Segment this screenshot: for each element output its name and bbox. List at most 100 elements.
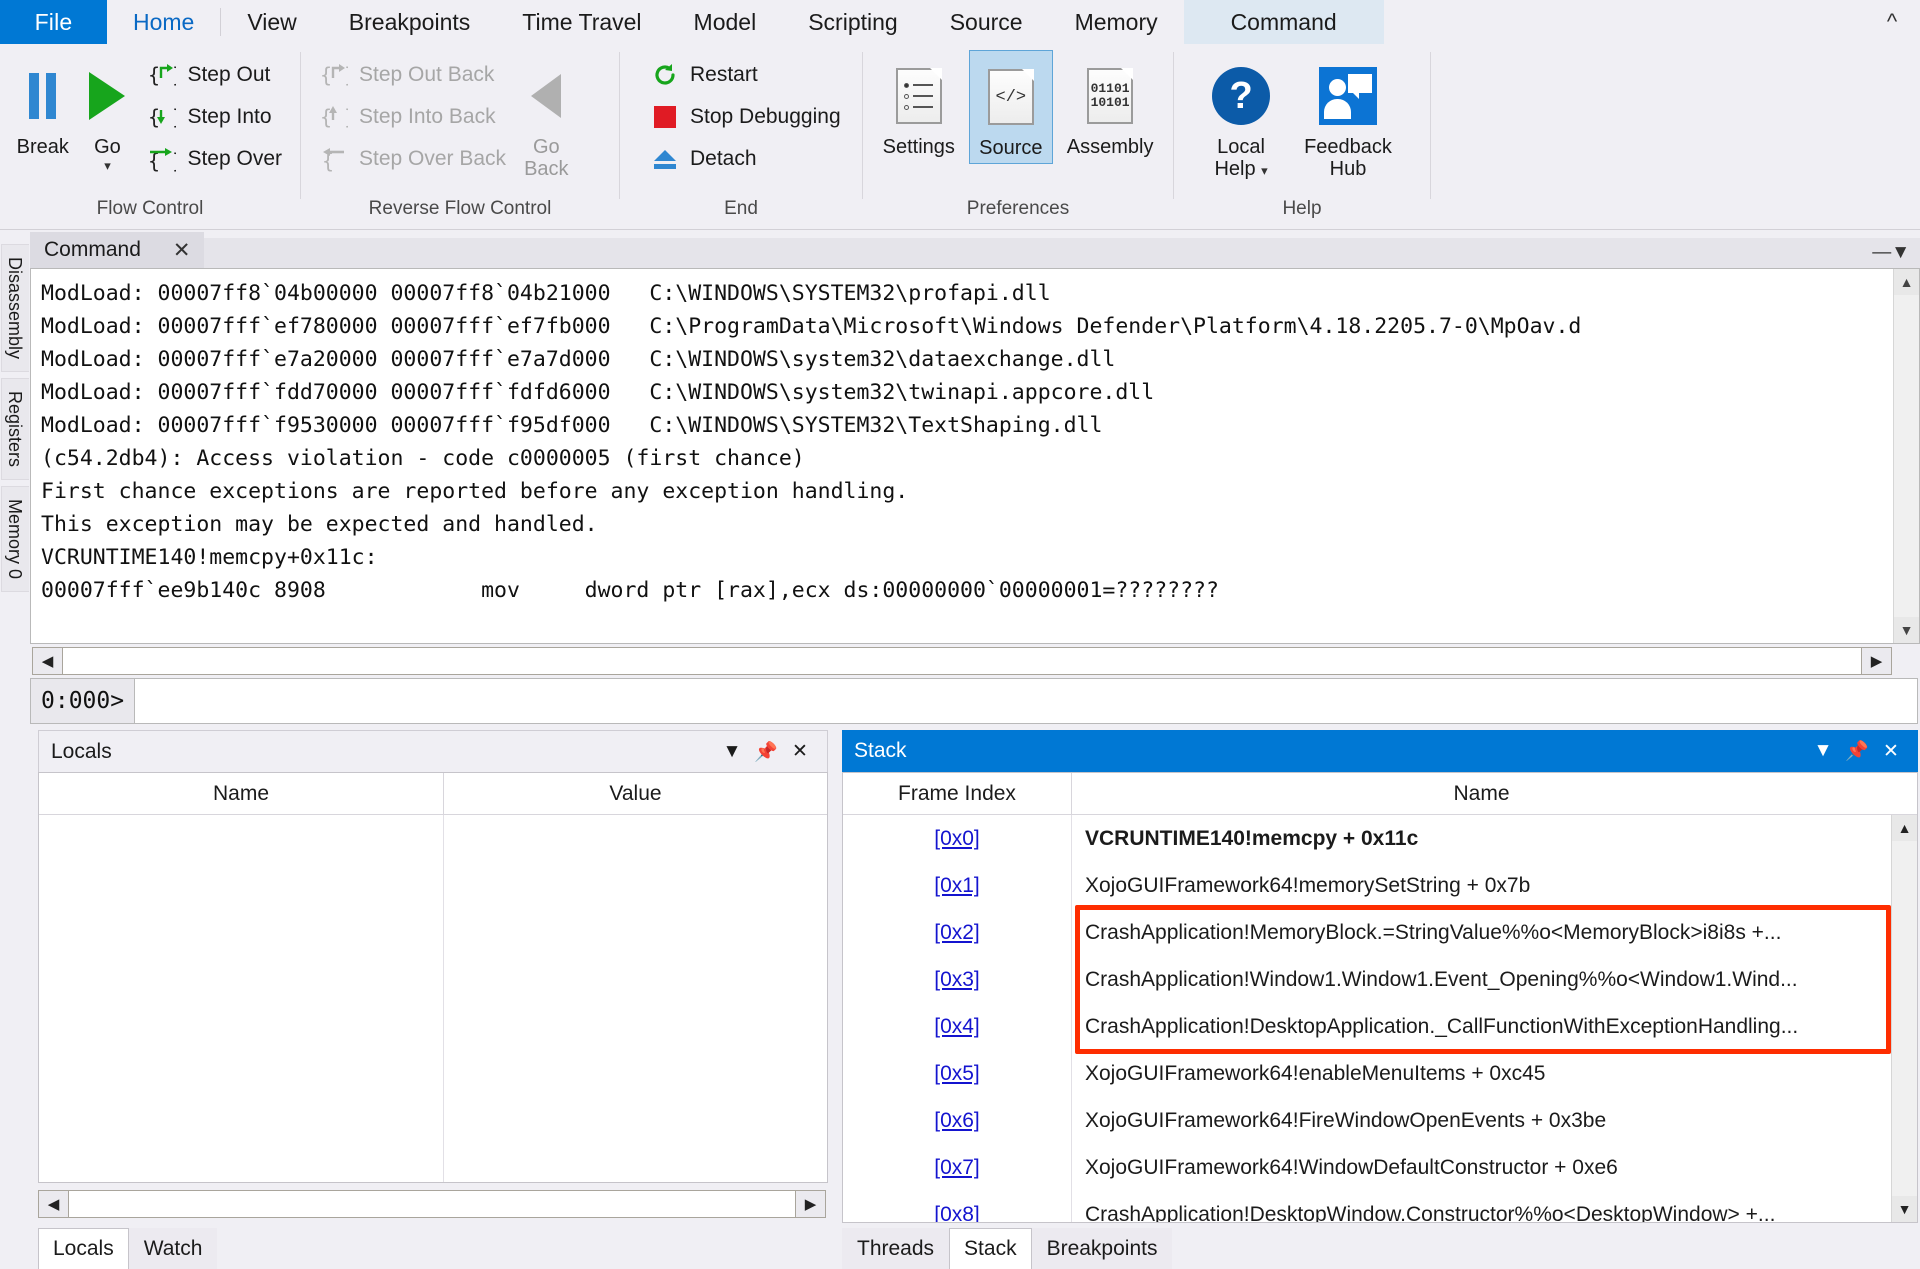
stack-frame-index-link[interactable]: [0x3] — [934, 968, 980, 992]
go-back-button-label-line1: Go — [532, 136, 560, 158]
stack-row[interactable]: [0x8] CrashApplication!DesktopWindow.Cons… — [843, 1191, 1891, 1223]
step-out-back-button[interactable]: { } Step Out Back — [311, 54, 514, 96]
step-out-icon: { } — [147, 60, 177, 90]
stack-row[interactable]: [0x5] XojoGUIFramework64!enableMenuItems … — [843, 1050, 1891, 1097]
command-output-hscrollbar[interactable]: ◀ ▶ — [32, 647, 1892, 675]
local-help-button[interactable]: ? Local Help ▾ — [1202, 50, 1280, 181]
feedback-hub-button[interactable]: Feedback Hub — [1294, 50, 1402, 181]
stack-frame-index-link[interactable]: [0x5] — [934, 1062, 980, 1086]
chevron-down-icon[interactable]: ▼ — [1806, 740, 1840, 762]
pin-icon[interactable]: —▼ — [1872, 242, 1910, 264]
ribbon-tab-scripting-label: Scripting — [808, 8, 898, 35]
break-button[interactable]: Break — [10, 50, 75, 158]
scroll-down-icon[interactable]: ▼ — [1892, 1196, 1917, 1222]
stack-row-name: XojoGUIFramework64!WindowDefaultConstruc… — [1085, 1155, 1618, 1179]
settings-button[interactable]: Settings — [873, 50, 965, 158]
restart-button[interactable]: Restart — [642, 54, 849, 96]
side-tab-memory-0-label: Memory 0 — [5, 499, 25, 580]
stack-frame-index-link[interactable]: [0x2] — [934, 921, 980, 945]
locals-column-value[interactable]: Value — [443, 773, 827, 814]
ribbon-tab-file[interactable]: File — [0, 0, 107, 44]
command-output-vscrollbar[interactable]: ▲ ▼ — [1893, 269, 1919, 643]
assembly-button[interactable]: 01101 10101 Assembly — [1057, 50, 1163, 158]
close-icon[interactable]: ✕ — [173, 238, 191, 263]
side-tab-memory-0[interactable]: Memory 0 — [1, 486, 29, 593]
close-icon[interactable]: ✕ — [783, 740, 817, 763]
ribbon-tab-view[interactable]: View — [221, 0, 323, 44]
stack-frame-index-link[interactable]: [0x6] — [934, 1109, 980, 1133]
pin-icon[interactable]: 📌 — [749, 740, 783, 764]
ribbon-tab-source[interactable]: Source — [923, 0, 1049, 44]
command-input[interactable] — [134, 678, 1918, 724]
stack-frame-index-link[interactable]: [0x7] — [934, 1156, 980, 1180]
go-button[interactable]: Go ▾ — [75, 50, 139, 174]
chevron-down-icon[interactable]: ▾ — [1261, 163, 1268, 179]
stack-vscrollbar[interactable]: ▲ ▼ — [1891, 815, 1917, 1222]
stack-frame-index-link[interactable]: [0x4] — [934, 1015, 980, 1039]
windbg-window: File Home View Breakpoints Time Travel M… — [0, 0, 1920, 1269]
stack-row[interactable]: [0x2] CrashApplication!MemoryBlock.=Strin… — [843, 909, 1891, 956]
tab-breakpoints[interactable]: Breakpoints — [1031, 1228, 1173, 1269]
stack-row[interactable]: [0x0] VCRUNTIME140!memcpy + 0x11c — [843, 815, 1891, 862]
scroll-right-icon[interactable]: ▶ — [1861, 648, 1891, 674]
locals-grid-body[interactable] — [39, 815, 827, 1182]
stack-frame-index-link[interactable]: [0x1] — [934, 874, 980, 898]
stack-row[interactable]: [0x7] XojoGUIFramework64!WindowDefaultCon… — [843, 1144, 1891, 1191]
tab-watch[interactable]: Watch — [128, 1228, 218, 1269]
command-output-text[interactable]: ModLoad: 00007ff8`04b00000 00007ff8`04b2… — [31, 269, 1893, 643]
ribbon-tab-command[interactable]: Command — [1183, 0, 1384, 44]
step-over-button[interactable]: { } Step Over — [139, 138, 290, 180]
ribbon-tab-file-label: File — [34, 8, 73, 35]
stack-row[interactable]: [0x4] CrashApplication!DesktopApplication… — [843, 1003, 1891, 1050]
scroll-up-icon[interactable]: ▲ — [1894, 269, 1919, 295]
scroll-up-icon[interactable]: ▲ — [1892, 815, 1917, 841]
command-tab-row: Command ✕ —▼ — [30, 230, 1920, 268]
side-tab-registers[interactable]: Registers — [1, 378, 29, 481]
side-tab-disassembly[interactable]: Disassembly — [1, 244, 29, 373]
locals-hscrollbar[interactable]: ◀ ▶ — [38, 1190, 826, 1218]
scroll-thumb[interactable] — [1894, 295, 1919, 617]
step-into-back-button[interactable]: { } Step Into Back — [311, 96, 514, 138]
ribbon-tab-home[interactable]: Home — [107, 0, 221, 44]
side-tab-disassembly-label: Disassembly — [5, 257, 25, 360]
stack-column-name[interactable]: Name — [1071, 773, 1891, 814]
stack-row[interactable]: [0x1] XojoGUIFramework64!memorySetString … — [843, 862, 1891, 909]
pin-icon[interactable]: 📌 — [1840, 739, 1874, 763]
tab-stack[interactable]: Stack — [949, 1228, 1032, 1269]
stack-row[interactable]: [0x3] CrashApplication!Window1.Window1.Ev… — [843, 956, 1891, 1003]
stack-row[interactable]: [0x6] XojoGUIFramework64!FireWindowOpenEv… — [843, 1097, 1891, 1144]
tab-locals[interactable]: Locals — [38, 1228, 129, 1269]
step-over-back-button[interactable]: { } Step Over Back — [311, 138, 514, 180]
step-into-button[interactable]: { } Step Into — [139, 96, 290, 138]
ribbon-group-help-label: Help — [1282, 198, 1322, 219]
chevron-up-icon[interactable]: ^ — [1864, 0, 1920, 44]
detach-button[interactable]: Detach — [642, 138, 849, 180]
locals-column-name[interactable]: Name — [39, 773, 443, 814]
chevron-down-icon[interactable]: ▾ — [104, 158, 111, 174]
stack-grid-body[interactable]: [0x0] VCRUNTIME140!memcpy + 0x11c [0x1] Xoj… — [843, 815, 1917, 1222]
bottom-panels: Locals ▼ 📌 ✕ Name Value ◀ ▶ Locals Watch… — [30, 724, 1920, 1269]
ribbon-tab-time-travel[interactable]: Time Travel — [496, 0, 668, 44]
scroll-left-icon[interactable]: ◀ — [39, 1191, 69, 1217]
stop-debugging-button[interactable]: Stop Debugging — [642, 96, 849, 138]
scroll-right-icon[interactable]: ▶ — [795, 1191, 825, 1217]
stack-column-frame-index[interactable]: Frame Index — [843, 773, 1071, 814]
ribbon-tab-memory[interactable]: Memory — [1048, 0, 1184, 44]
command-prompt-row: 0:000> — [30, 678, 1920, 724]
go-back-button[interactable]: Go Back — [514, 50, 578, 181]
ribbon-tab-scripting[interactable]: Scripting — [782, 0, 924, 44]
scroll-track[interactable] — [69, 1191, 795, 1217]
step-out-button[interactable]: { } Step Out — [139, 54, 290, 96]
tab-threads[interactable]: Threads — [842, 1228, 950, 1269]
scroll-track[interactable] — [63, 648, 1861, 674]
source-button[interactable]: </> Source — [968, 50, 1054, 165]
chevron-down-icon[interactable]: ▼ — [715, 741, 749, 763]
scroll-down-icon[interactable]: ▼ — [1894, 617, 1919, 643]
stack-frame-index-link[interactable]: [0x0] — [934, 827, 980, 851]
stack-frame-index-link[interactable]: [0x8] — [934, 1203, 980, 1223]
close-icon[interactable]: ✕ — [1874, 740, 1908, 763]
ribbon-tab-model[interactable]: Model — [667, 0, 783, 44]
ribbon-tab-breakpoints[interactable]: Breakpoints — [322, 0, 497, 44]
scroll-left-icon[interactable]: ◀ — [33, 648, 63, 674]
command-tab[interactable]: Command ✕ — [30, 232, 205, 268]
